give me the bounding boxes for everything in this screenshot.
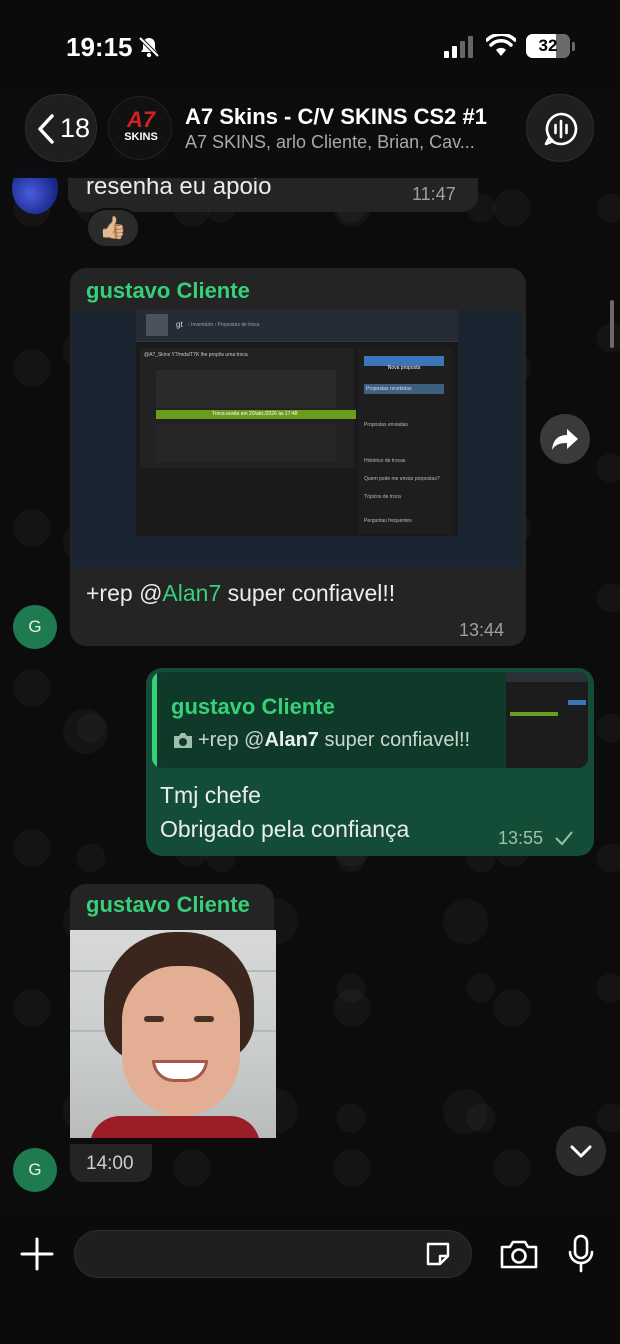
person-face [122,966,240,1116]
message-bubble-image[interactable]: gustavo Cliente gt › Inventário › Propos… [70,268,526,646]
message-bubble-outgoing[interactable]: gustavo Cliente +rep @Alan7 super confia… [146,668,594,856]
contact-avatar[interactable]: G [13,1148,57,1192]
reaction-badge[interactable]: 👍🏼 [86,208,140,248]
avatar-logo-text: A7 [126,107,156,132]
message-text-line1: Tmj chefe [160,782,261,808]
signal-icon [444,36,473,58]
quoted-text: +rep @Alan7 super confiavel!! [198,729,471,751]
person-eyes [144,1016,164,1022]
battery-nub [572,42,575,51]
screenshot-breadcrumb: › Inventário › Propostas de troca [188,322,260,328]
unread-count: 18 [60,113,91,143]
person-shirt [90,1116,260,1138]
back-button[interactable]: 18 [25,94,97,162]
bell-slash-icon [138,36,160,58]
checkmark-sent-icon [555,831,573,846]
scrollbar[interactable] [610,300,614,348]
message-caption: +rep @Alan7 super confiavel!! [86,580,396,606]
mention-link[interactable]: Alan7 [162,580,221,606]
quoted-thumbnail [506,672,588,768]
chat-header: 18 A7 SKINS A7 Skins - C/V SKINS CS2 #1 … [0,92,620,178]
avatar-logo-subtext: SKINS [124,131,158,143]
scroll-down-button[interactable] [556,1126,606,1176]
forward-button[interactable] [540,414,590,464]
message-time: 13:44 [459,620,505,640]
message-time: 11:47 [412,184,456,204]
group-members[interactable]: A7 SKINS, arlo Cliente, Brian, Cav... [185,132,505,153]
message-text-line2: Obrigado pela confiança [160,816,410,842]
forward-arrow-icon [552,429,578,450]
quote-accent-bar [152,672,157,768]
screenshot-offer-line: @A7_Skins Y7/mda/T7K lhe propôs uma troc… [144,352,248,358]
screenshot-accepted-text: Troca aceita em 20/abr./2026 às 17:48 [212,411,298,417]
screenshot-user: gt [176,320,183,329]
screenshot-topbar: gt › Inventário › Propostas de troca [136,310,458,342]
message-bubble-photo-sender[interactable]: gustavo Cliente [70,884,274,930]
screenshot-frame: gt › Inventário › Propostas de troca @A7… [136,310,458,536]
battery-indicator: 32 [526,34,570,58]
screenshot-item-row [156,370,336,408]
camera-small-icon [174,733,192,748]
camera-icon[interactable] [499,1237,539,1271]
message-time: 13:55 [498,828,544,848]
screenshot-side-item: Tópicos de troca [364,494,401,500]
voice-chat-button[interactable] [526,94,594,162]
screenshot-item-row-2 [156,424,336,462]
screenshot-side-item: Propostas enviadas [364,422,408,428]
composer-bar [0,1210,620,1344]
group-title[interactable]: A7 Skins - C/V SKINS CS2 #1 [185,104,487,130]
screenshot-side-item: Quem pode me enviar propostas? [364,476,440,482]
group-avatar[interactable]: A7 SKINS [108,96,172,160]
wifi-icon [486,34,516,56]
message-time: 14:00 [86,1153,134,1174]
chevron-left-icon [38,114,54,144]
voice-chat-icon [544,112,578,146]
sender-name[interactable]: gustavo Cliente [86,278,250,304]
contact-avatar[interactable]: G [13,605,57,649]
message-input[interactable] [74,1230,472,1278]
chevron-down-icon [570,1145,592,1158]
screenshot-side-item: Histórico de trocas [364,458,406,464]
screenshot-side-item: Propostas recebidas [364,384,444,394]
screenshot-user-avatar [146,314,168,336]
photo-message[interactable] [70,930,276,1138]
trade-screenshot[interactable]: gt › Inventário › Propostas de troca @A7… [72,310,522,567]
thumbs-up-emoji: 👍🏼 [99,215,127,240]
status-bar: 19:15 32 [0,0,620,92]
screenshot-sidebar: Nova proposta Propostas recebidas Propos… [358,348,452,534]
screenshot-new-offer-button: Nova proposta [364,356,444,371]
plus-icon[interactable] [19,1236,55,1272]
clock: 19:15 [66,32,133,62]
screenshot-side-item: Perguntas frequentes [364,518,412,524]
quoted-message[interactable]: gustavo Cliente +rep @Alan7 super confia… [152,672,588,768]
screenshot-offer-panel: @A7_Skins Y7/mda/T7K lhe propôs uma troc… [140,348,356,468]
sender-name[interactable]: gustavo Cliente [86,892,250,918]
photo-time-badge: 14:00 [70,1144,152,1182]
microphone-icon[interactable] [566,1234,596,1274]
screenshot-accepted-bar: Troca aceita em 20/abr./2026 às 17:48 [156,410,356,419]
quoted-sender: gustavo Cliente [171,694,335,719]
sticker-icon[interactable] [423,1239,453,1269]
